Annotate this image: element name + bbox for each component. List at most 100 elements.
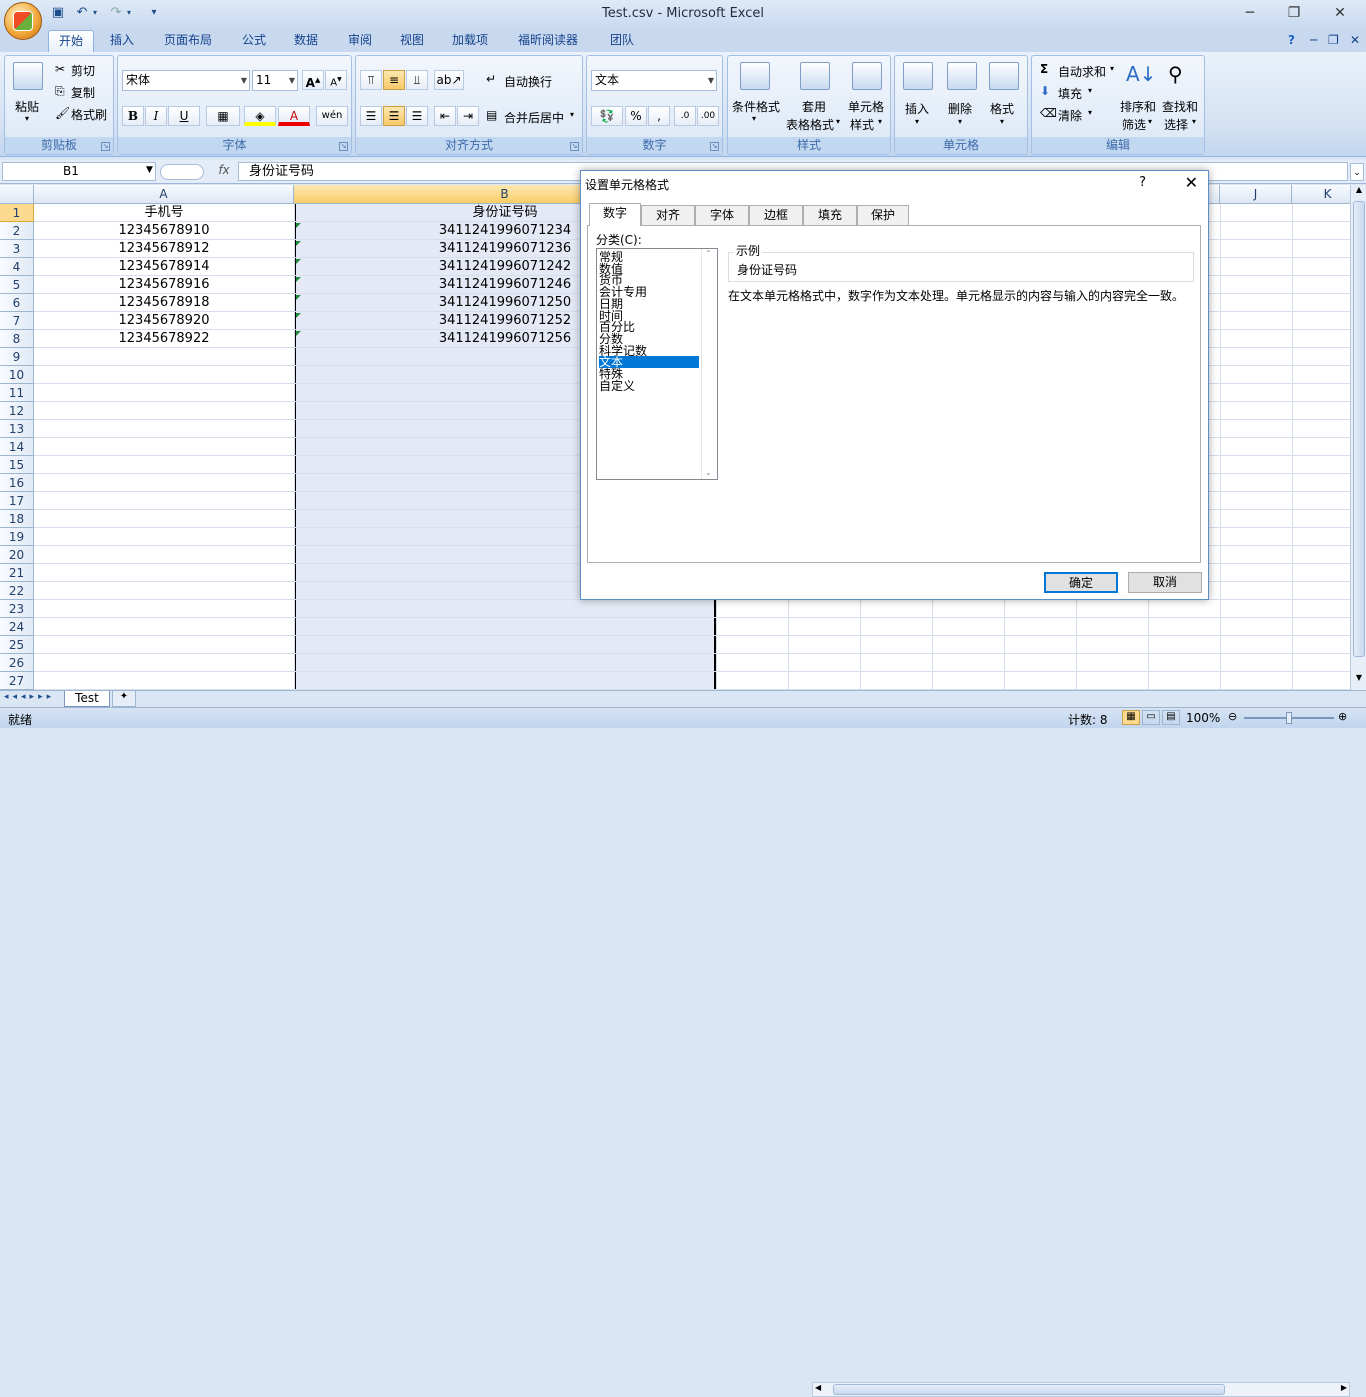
tab-foxit-reader[interactable]: 福昕阅读器 (512, 30, 584, 52)
normal-view-icon[interactable]: ▦ (1122, 710, 1140, 725)
vertical-scrollbar[interactable]: ▲ ▼ (1350, 185, 1366, 690)
expand-formula-bar-icon[interactable]: ⌄ (1350, 163, 1364, 181)
row-header[interactable]: 17 (0, 492, 34, 510)
increase-decimal-icon[interactable]: .0 (674, 106, 696, 126)
scroll-down-icon[interactable]: ▼ (1352, 673, 1366, 687)
phonetic-icon[interactable]: wén (316, 106, 348, 126)
category-list[interactable]: ⌃ ⌄ 常规 数值 货币 会计专用 日期 时间 百分比 分数 科学记数 文本 特殊 自定义 (596, 248, 718, 480)
row-header[interactable]: 26 (0, 654, 34, 672)
tab-view[interactable]: 视图 (394, 30, 430, 52)
tab-team[interactable]: 团队 (604, 30, 640, 52)
horizontal-scroll-thumb[interactable] (833, 1384, 1225, 1395)
row-header[interactable]: 6 (0, 294, 34, 312)
horizontal-scrollbar[interactable]: ◀ ▶ (812, 1382, 1350, 1397)
number-format-combo[interactable]: 文本 ▼ (591, 70, 717, 91)
row-header[interactable]: 8 (0, 330, 34, 348)
row-header[interactable]: 9 (0, 348, 34, 366)
decrease-decimal-icon[interactable]: .00 (697, 106, 719, 126)
cell-phone[interactable]: 12345678920 (34, 312, 294, 330)
select-all-corner[interactable] (0, 185, 34, 204)
cell-phone[interactable]: 12345678912 (34, 240, 294, 258)
column-header-k[interactable]: K (1292, 185, 1350, 204)
tab-home[interactable]: 开始 (48, 30, 94, 52)
clipboard-launcher-icon[interactable]: ↘ (101, 142, 110, 151)
format-as-table-button[interactable]: 套用 (802, 98, 826, 115)
ribbon-minimize-icon[interactable]: ─ (1304, 30, 1323, 52)
cell-phone[interactable]: 12345678918 (34, 294, 294, 312)
delete-cells-button[interactable]: 删除 (948, 100, 972, 117)
wrap-text-button[interactable]: 自动换行 (504, 73, 552, 90)
align-left-icon[interactable]: ☰ (360, 106, 382, 126)
font-size-combo[interactable]: 11 ▼ (252, 70, 298, 91)
undo-icon[interactable]: ↶ (72, 4, 92, 22)
format-as-table-icon[interactable] (800, 62, 830, 90)
dialog-tab-font[interactable]: 字体 (695, 205, 749, 225)
row-header[interactable]: 24 (0, 618, 34, 636)
redo-icon[interactable]: ↷ (106, 4, 126, 22)
row-header[interactable]: 21 (0, 564, 34, 582)
grow-font-icon[interactable]: A▲ (302, 70, 324, 90)
font-color-icon[interactable]: A (278, 106, 310, 126)
row-header[interactable]: 2 (0, 222, 34, 240)
insert-sheet-icon[interactable]: ✦ (112, 691, 136, 707)
row-header[interactable]: 5 (0, 276, 34, 294)
dialog-tab-border[interactable]: 边框 (749, 205, 803, 225)
name-box[interactable]: B1 (2, 162, 156, 181)
category-scrollbar[interactable]: ⌃ ⌄ (701, 249, 717, 479)
page-break-view-icon[interactable]: ▤ (1162, 710, 1180, 725)
scroll-up-icon[interactable]: ▲ (1352, 185, 1366, 199)
zoom-out-icon[interactable]: ⊖ (1228, 710, 1237, 723)
row-header[interactable]: 1 (0, 204, 34, 222)
column-header-j[interactable]: J (1220, 185, 1292, 204)
formula-bar-expand-icon[interactable] (160, 164, 204, 180)
scroll-left-icon[interactable]: ◀ (815, 1383, 821, 1392)
row-header[interactable]: 18 (0, 510, 34, 528)
redo-dropdown-icon[interactable]: ▾ (124, 4, 134, 22)
tab-page-layout[interactable]: 页面布局 (158, 30, 218, 52)
orientation-icon[interactable]: ab↗ (434, 70, 464, 90)
find-select-label[interactable]: 选择 (1164, 116, 1188, 133)
scroll-down-icon[interactable]: ⌄ (705, 468, 712, 477)
tab-data[interactable]: 数据 (288, 30, 324, 52)
underline-button[interactable]: U (168, 106, 200, 126)
customize-qat-icon[interactable]: ▾ (144, 4, 164, 22)
tab-review[interactable]: 审阅 (342, 30, 378, 52)
shrink-font-icon[interactable]: A▼ (325, 70, 347, 90)
vertical-scroll-thumb[interactable] (1353, 201, 1365, 657)
zoom-in-icon[interactable]: ⊕ (1338, 710, 1347, 723)
increase-indent-icon[interactable]: ⇥ (457, 106, 479, 126)
help-icon[interactable]: ? (1282, 30, 1301, 52)
alignment-launcher-icon[interactable]: ↘ (570, 142, 579, 151)
format-cells-icon[interactable] (989, 62, 1019, 90)
row-header[interactable]: 16 (0, 474, 34, 492)
cell-phone[interactable]: 12345678910 (34, 222, 294, 240)
dialog-tab-number[interactable]: 数字 (589, 203, 641, 226)
cell-phone[interactable]: 12345678914 (34, 258, 294, 276)
align-right-icon[interactable]: ☰ (406, 106, 428, 126)
category-item[interactable]: 日期 (599, 298, 699, 310)
row-header[interactable]: 14 (0, 438, 34, 456)
row-header[interactable]: 10 (0, 366, 34, 384)
align-center-icon[interactable]: ☰ (383, 106, 405, 126)
row-header[interactable]: 23 (0, 600, 34, 618)
conditional-format-button[interactable]: 条件格式 (732, 98, 780, 115)
column-header-a[interactable]: A (34, 185, 294, 204)
cell-phone[interactable]: 12345678922 (34, 330, 294, 348)
row-header[interactable]: 13 (0, 420, 34, 438)
binoculars-icon[interactable]: ⚲ (1168, 62, 1183, 86)
delete-cells-icon[interactable] (947, 62, 977, 90)
copy-button[interactable]: 复制 (71, 84, 95, 101)
format-painter-button[interactable]: 格式刷 (71, 106, 107, 123)
percent-button[interactable]: % (625, 106, 647, 126)
dialog-help-icon[interactable]: ? (1139, 175, 1146, 190)
borders-icon[interactable]: ▦ (206, 106, 240, 126)
comma-button[interactable]: , (648, 106, 670, 126)
cell-styles-label[interactable]: 样式 (850, 116, 874, 133)
ribbon-close-icon[interactable]: ✕ (1344, 30, 1366, 52)
name-box-dropdown-icon[interactable]: ▼ (146, 165, 153, 175)
insert-cells-icon[interactable] (903, 62, 933, 90)
row-header[interactable]: 12 (0, 402, 34, 420)
align-middle-icon[interactable]: ≡ (383, 70, 405, 90)
sort-filter-button[interactable]: 排序和 (1120, 98, 1156, 115)
row-header[interactable]: 27 (0, 672, 34, 690)
